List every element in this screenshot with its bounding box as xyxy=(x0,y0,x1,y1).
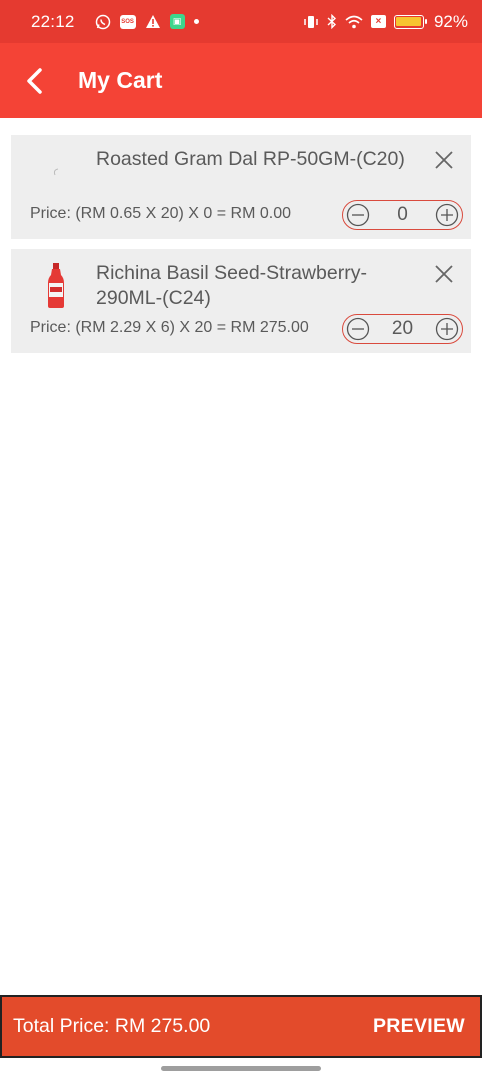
decrease-button[interactable] xyxy=(345,202,371,228)
back-button[interactable] xyxy=(0,43,70,118)
item-name: Roasted Gram Dal RP-50GM-(C20) xyxy=(96,148,405,170)
quantity-stepper: 20 xyxy=(342,314,463,344)
quantity-value[interactable]: 20 xyxy=(371,318,434,340)
status-bar: 22:12 SOS ▣ × 92% xyxy=(0,0,482,43)
total-price: Total Price: RM 275.00 xyxy=(13,1015,211,1037)
decrease-button[interactable] xyxy=(345,316,371,342)
increase-button[interactable] xyxy=(434,202,460,228)
preview-button[interactable]: PREVIEW xyxy=(373,1015,465,1038)
checkout-bar: Total Price: RM 275.00 PREVIEW xyxy=(0,995,482,1058)
plus-circle-icon xyxy=(435,317,459,341)
gesture-nav-handle[interactable] xyxy=(161,1066,321,1071)
price-line: Price: (RM 0.65 X 20) X 0 = RM 0.00 xyxy=(30,205,291,222)
more-notifications-dot xyxy=(193,19,199,24)
cart-item: Richina Basil Seed-Strawberry-290ML-(C24… xyxy=(11,249,471,353)
whatsapp-icon xyxy=(95,14,111,30)
price-line: Price: (RM 2.29 X 6) X 20 = RM 275.00 xyxy=(30,319,309,336)
product-thumbnail xyxy=(21,261,91,311)
close-icon xyxy=(435,151,453,169)
battery-percent: 92% xyxy=(433,11,468,31)
close-icon xyxy=(435,265,453,283)
bluetooth-icon xyxy=(327,14,337,29)
minus-circle-icon xyxy=(346,317,370,341)
cart-item: Roasted Gram Dal RP-50GM-(C20) Price: (R… xyxy=(11,135,471,239)
plus-circle-icon xyxy=(435,203,459,227)
battery-icon xyxy=(393,14,427,29)
app-notification-icon: ▣ xyxy=(169,14,185,29)
product-thumbnail xyxy=(21,147,91,197)
remove-item-button[interactable] xyxy=(433,149,455,171)
system-icons: × 92% xyxy=(303,12,468,32)
no-sim-icon: × xyxy=(370,15,386,28)
item-name: Richina Basil Seed-Strawberry-290ML-(C24… xyxy=(96,262,367,309)
warning-icon xyxy=(145,14,161,29)
vibrate-icon xyxy=(303,15,319,29)
status-time: 22:12 xyxy=(31,11,75,31)
notification-icons: SOS ▣ xyxy=(95,14,199,30)
page-title: My Cart xyxy=(78,67,163,93)
sos-icon: SOS xyxy=(119,14,136,29)
increase-button[interactable] xyxy=(434,316,460,342)
back-arrow-icon xyxy=(27,67,42,94)
minus-circle-icon xyxy=(346,203,370,227)
app-bar: My Cart xyxy=(0,43,482,118)
quantity-stepper: 0 xyxy=(342,200,463,230)
wifi-icon xyxy=(345,15,363,29)
remove-item-button[interactable] xyxy=(433,263,455,285)
quantity-value[interactable]: 0 xyxy=(371,204,434,226)
